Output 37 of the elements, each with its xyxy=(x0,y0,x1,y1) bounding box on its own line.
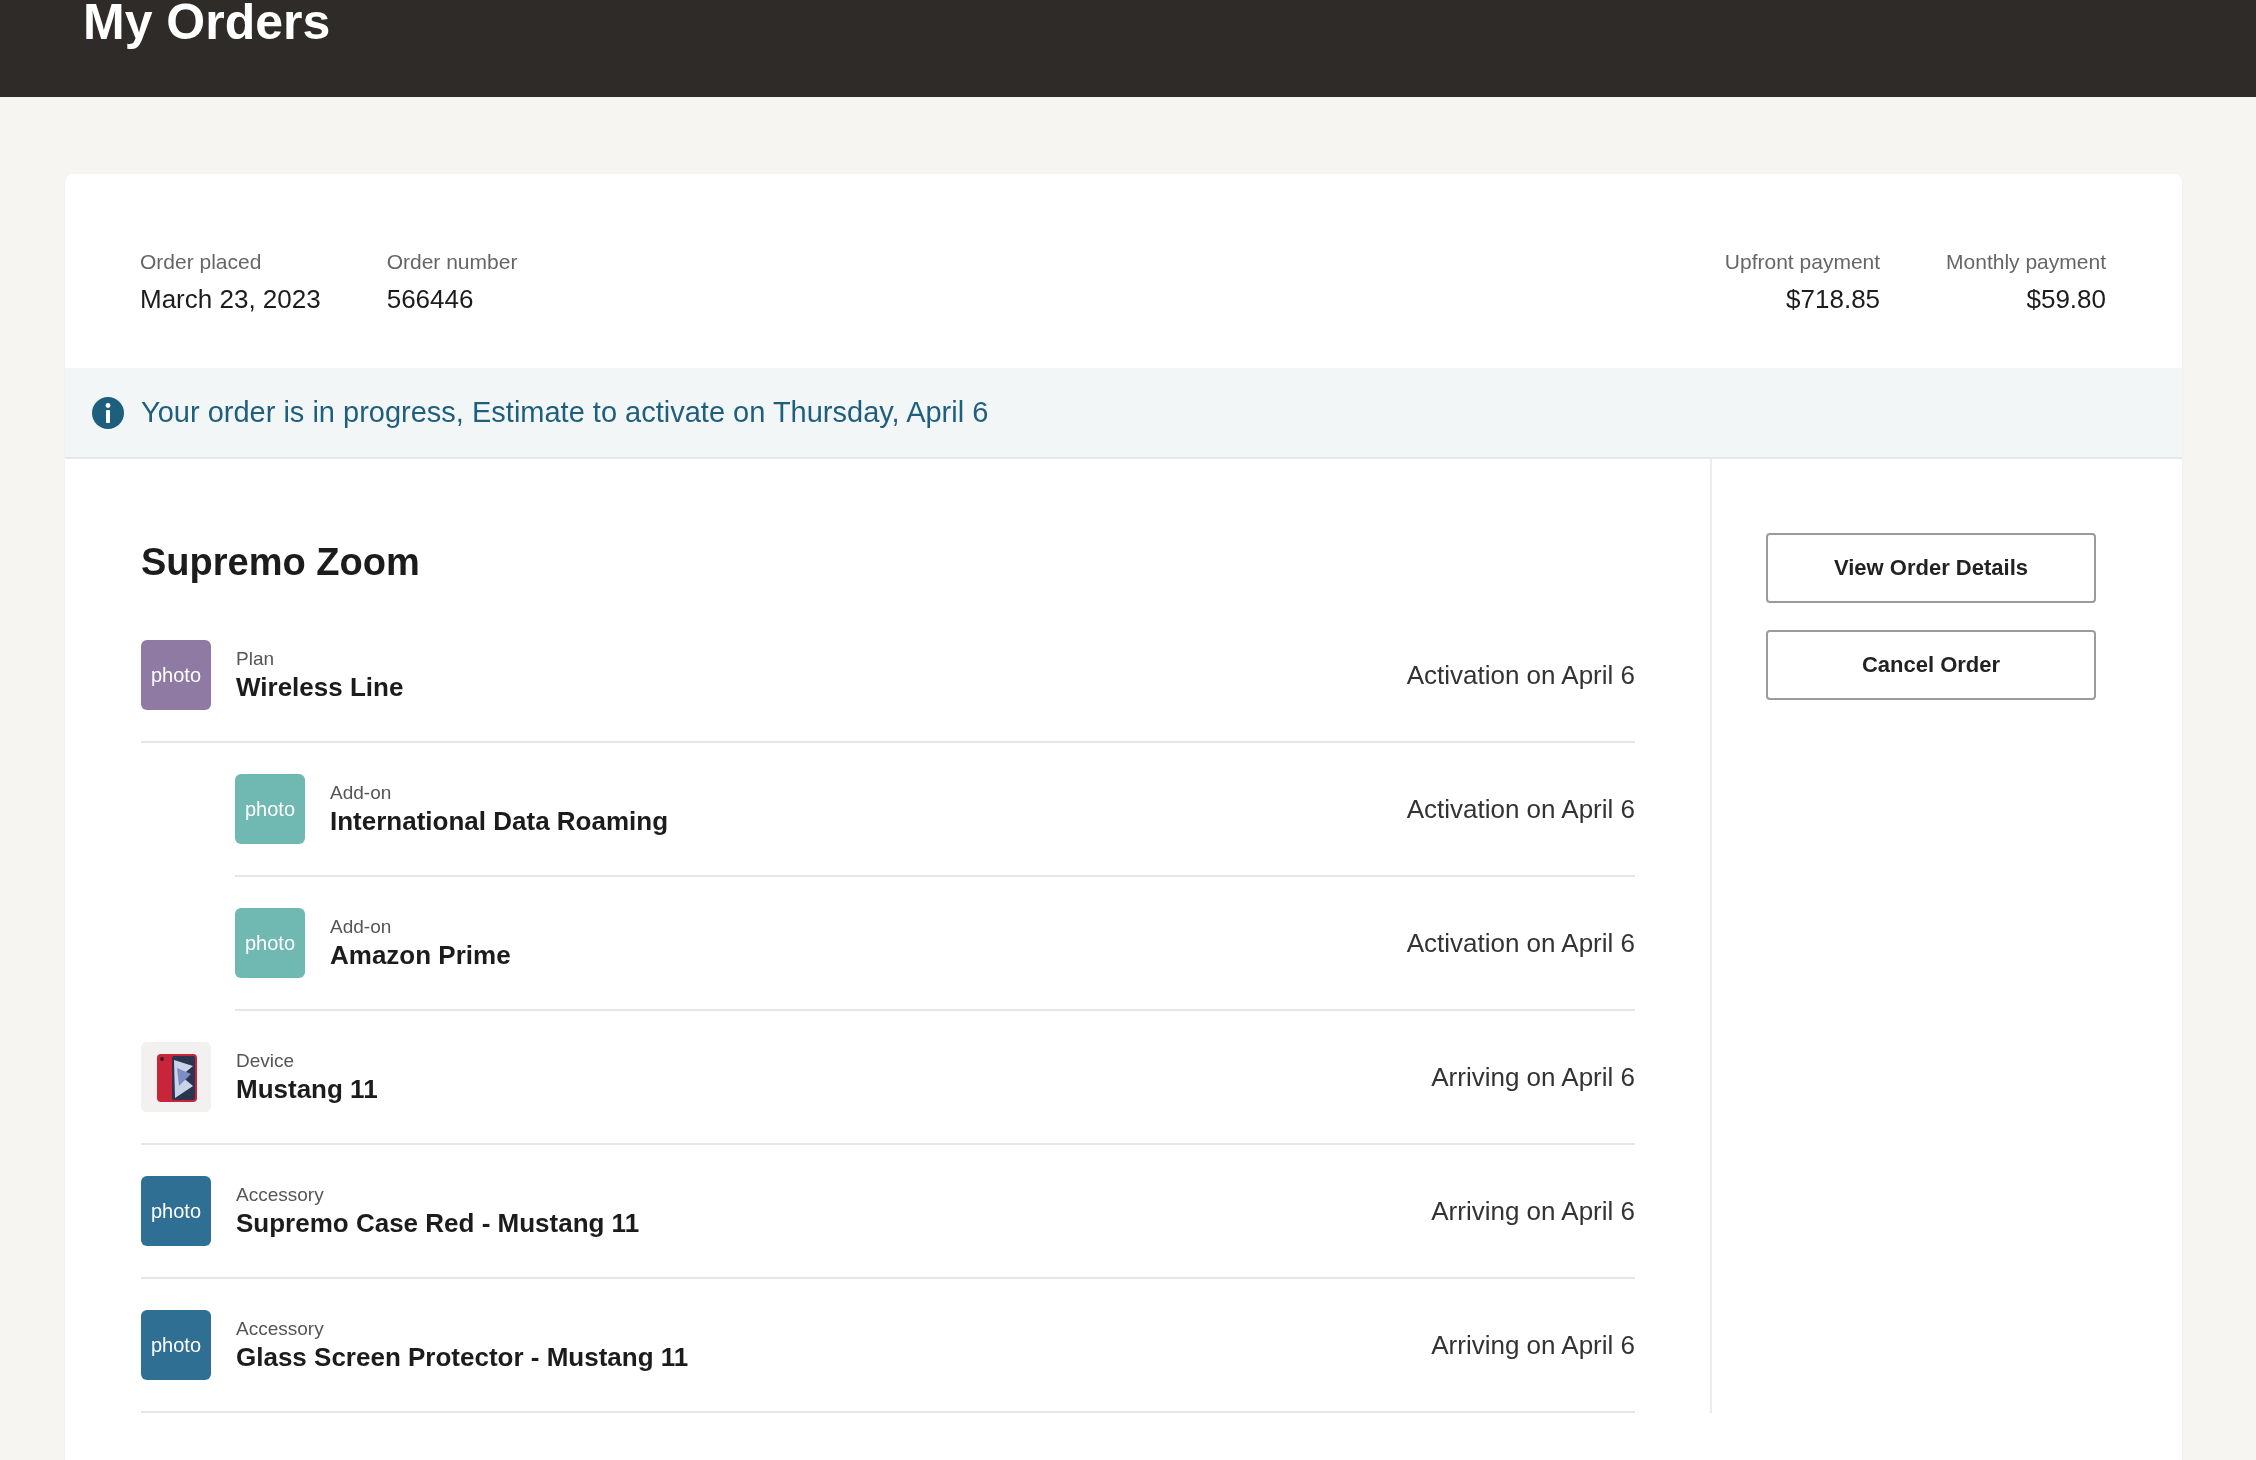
item-name: Wireless Line xyxy=(236,671,404,703)
field-value: March 23, 2023 xyxy=(140,284,321,315)
field-value: $718.85 xyxy=(1786,284,1881,315)
item-name: Amazon Prime xyxy=(330,939,511,971)
item-type: Accessory xyxy=(236,1183,324,1206)
page-title: My Orders xyxy=(82,0,331,50)
placeholder-label: photo xyxy=(150,1333,202,1357)
field-value: 566446 xyxy=(386,284,475,315)
item-type: Accessory xyxy=(236,1317,324,1340)
item-status: Activation on April 6 xyxy=(1406,927,1635,959)
item-type: Add-on xyxy=(330,781,392,804)
item-name: Glass Screen Protector - Mustang 11 xyxy=(236,1341,689,1373)
status-message: Your order is in progress, Estimate to activate on Thursday, April 6 xyxy=(141,396,989,429)
item-status: Activation on April 6 xyxy=(1406,793,1635,825)
item-type: Plan xyxy=(236,647,275,670)
field-value: $59.80 xyxy=(2026,284,2106,315)
item-status: Arriving on April 6 xyxy=(1431,1329,1635,1361)
field-label: Monthly payment xyxy=(1946,250,2106,274)
item-name: Supremo Case Red - Mustang 11 xyxy=(236,1207,640,1239)
placeholder-label: photo xyxy=(244,931,296,955)
placeholder-label: photo xyxy=(150,663,202,687)
item-status: Arriving on April 6 xyxy=(1431,1195,1635,1227)
item-type: Device xyxy=(236,1049,295,1072)
action-button[interactable]: Cancel Order xyxy=(1766,630,2096,700)
placeholder-label: photo xyxy=(150,1199,202,1223)
item-status: Activation on April 6 xyxy=(1406,659,1635,691)
item-status: Arriving on April 6 xyxy=(1431,1061,1635,1093)
field-label: Order number xyxy=(386,250,518,274)
field-label: Upfront payment xyxy=(1724,250,1881,274)
placeholder-label: photo xyxy=(244,797,296,821)
action-button[interactable]: View Order Details xyxy=(1766,533,2096,603)
field-label: Order placed xyxy=(140,250,263,274)
product-title: Supremo Zoom xyxy=(141,541,420,584)
info-icon xyxy=(91,395,125,430)
item-name: Mustang 11 xyxy=(236,1073,378,1105)
item-type: Add-on xyxy=(330,915,392,938)
item-name: International Data Roaming xyxy=(330,805,669,837)
